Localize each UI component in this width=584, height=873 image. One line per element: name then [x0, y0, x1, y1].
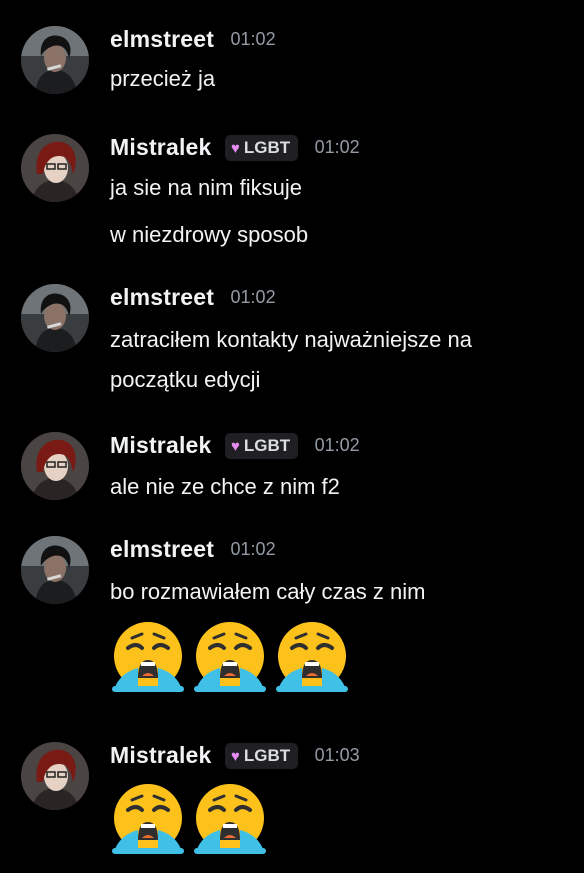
message-text: przecież ja — [110, 66, 216, 91]
message-text: bo rozmawiałem cały czas z nim — [110, 579, 426, 604]
avatar[interactable] — [21, 284, 89, 352]
username[interactable]: Mistralek — [110, 742, 212, 768]
avatar-elmstreet-icon — [21, 284, 89, 352]
purple-heart-icon: ♥ — [230, 139, 240, 157]
tag-label: LGBT — [243, 745, 291, 765]
server-tag[interactable]: ♥ LGBT — [224, 742, 299, 769]
timestamp: 01:02 — [230, 539, 276, 559]
timestamp: 01:02 — [230, 29, 276, 49]
timestamp: 01:02 — [314, 435, 360, 455]
avatar[interactable] — [21, 432, 89, 500]
server-tag[interactable]: ♥ LGBT — [224, 432, 299, 459]
tag-label: LGBT — [243, 137, 291, 157]
message-header: Mistralek ♥ LGBT 01:02 — [110, 432, 360, 466]
message-text: zatraciłem kontakty najważniejsze na — [110, 327, 472, 352]
loudly-crying-face-icon[interactable] — [108, 778, 188, 858]
message-header: Mistralek ♥ LGBT 01:02 — [110, 134, 360, 168]
loudly-crying-face-icon[interactable] — [190, 616, 270, 696]
username[interactable]: Mistralek — [110, 134, 212, 160]
avatar-mistralek-icon — [21, 432, 89, 500]
purple-heart-icon: ♥ — [230, 437, 240, 455]
timestamp: 01:03 — [314, 745, 360, 765]
avatar-mistralek-icon — [21, 742, 89, 810]
username[interactable]: elmstreet — [110, 26, 214, 52]
message-text: ale nie ze chce z nim f2 — [110, 474, 340, 499]
message-text: ja sie na nim fiksuje — [110, 175, 302, 200]
loudly-crying-face-icon[interactable] — [190, 778, 270, 858]
avatar[interactable] — [21, 536, 89, 604]
message-header: elmstreet 01:02 — [110, 536, 276, 570]
avatar-elmstreet-icon — [21, 536, 89, 604]
avatar[interactable] — [21, 742, 89, 810]
purple-heart-icon: ♥ — [230, 747, 240, 765]
loudly-crying-face-icon[interactable] — [272, 616, 352, 696]
emoji-row — [108, 616, 354, 701]
message-text: początku edycji — [110, 367, 261, 392]
avatar[interactable] — [21, 134, 89, 202]
timestamp: 01:02 — [314, 137, 360, 157]
avatar-mistralek-icon — [21, 134, 89, 202]
message-header: elmstreet 01:02 — [110, 284, 276, 318]
username[interactable]: elmstreet — [110, 284, 214, 310]
avatar[interactable] — [21, 26, 89, 94]
emoji-row — [108, 778, 272, 863]
username[interactable]: elmstreet — [110, 536, 214, 562]
timestamp: 01:02 — [230, 287, 276, 307]
message-text: w niezdrowy sposob — [110, 222, 309, 247]
message-header: Mistralek ♥ LGBT 01:03 — [110, 742, 360, 776]
message-header: elmstreet 01:02 — [110, 26, 276, 60]
loudly-crying-face-icon[interactable] — [108, 616, 188, 696]
avatar-elmstreet-icon — [21, 26, 89, 94]
tag-label: LGBT — [243, 435, 291, 455]
username[interactable]: Mistralek — [110, 432, 212, 458]
server-tag[interactable]: ♥ LGBT — [224, 134, 299, 161]
